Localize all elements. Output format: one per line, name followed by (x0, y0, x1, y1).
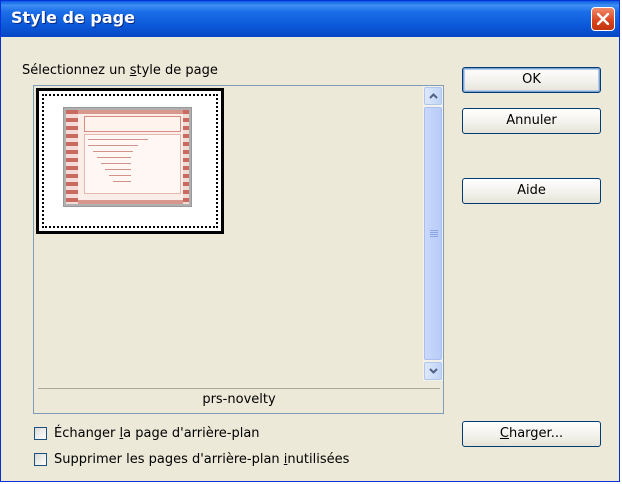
dialog-title: Style de page (11, 8, 135, 27)
select-style-label: Sélectionnez un style de page (22, 63, 218, 78)
title-bar[interactable]: Style de page (1, 1, 619, 37)
page-style-dialog: Style de page Sélectionnez un style de p… (0, 0, 620, 482)
arrow-up-icon (429, 93, 438, 99)
selected-style-name: prs-novelty (38, 388, 440, 411)
scroll-down-button[interactable] (424, 362, 442, 380)
delete-unused-checkbox[interactable] (34, 453, 47, 466)
style-preview-thumbnail (63, 107, 192, 207)
help-button[interactable]: Aide (462, 178, 601, 204)
cancel-button[interactable]: Annuler (462, 108, 601, 134)
exchange-background-checkbox[interactable] (34, 427, 47, 440)
style-item-prs-novelty[interactable] (36, 88, 224, 234)
delete-unused-label[interactable]: Supprimer les pages d'arrière-plan inuti… (54, 452, 349, 467)
exchange-background-label[interactable]: Échanger la page d'arrière-plan (54, 426, 260, 441)
scroll-up-button[interactable] (424, 87, 442, 105)
arrow-down-icon (429, 368, 438, 374)
close-button[interactable] (591, 7, 615, 31)
page-style-list[interactable]: prs-novelty (33, 85, 444, 414)
list-scrollbar[interactable] (423, 86, 443, 381)
close-icon (597, 13, 609, 25)
scroll-thumb[interactable] (424, 107, 442, 360)
load-button[interactable]: Charger... (462, 421, 601, 447)
ok-button[interactable]: OK (462, 67, 601, 93)
